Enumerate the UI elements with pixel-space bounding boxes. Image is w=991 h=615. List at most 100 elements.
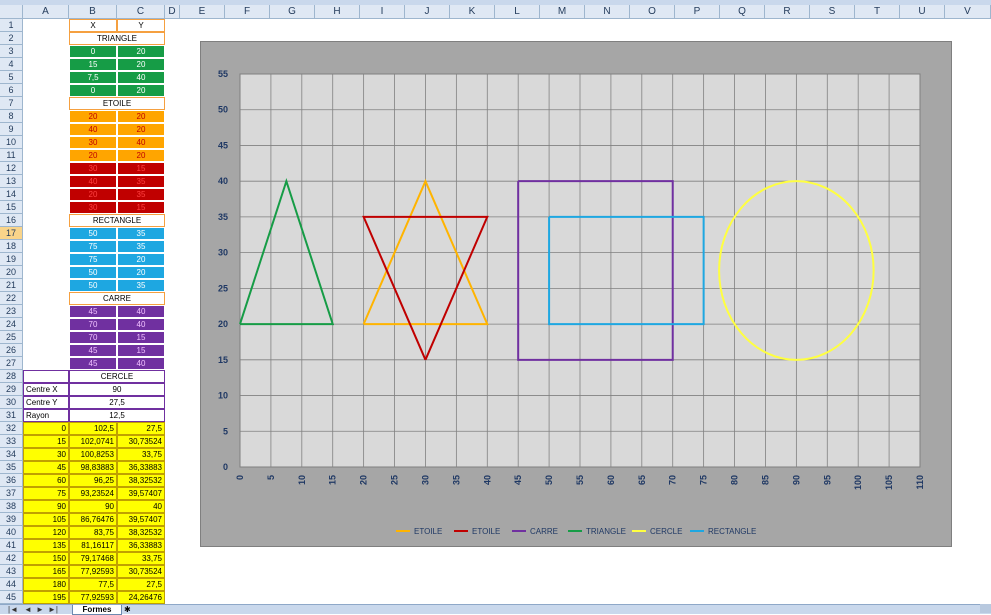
row-header-18[interactable]: 18 (0, 240, 23, 253)
cell-c40[interactable]: 38,32532 (117, 526, 165, 539)
row-header-26[interactable]: 26 (0, 344, 23, 357)
row-header-14[interactable]: 14 (0, 188, 23, 201)
cell-b34[interactable]: 100,8253 (69, 448, 117, 461)
row-header-1[interactable]: 1 (0, 19, 23, 32)
cell-b15[interactable]: 30 (69, 201, 117, 214)
cell-c23[interactable]: 40 (117, 305, 165, 318)
cell-c15[interactable]: 15 (117, 201, 165, 214)
row-header-10[interactable]: 10 (0, 136, 23, 149)
row-header-32[interactable]: 32 (0, 422, 23, 435)
cell-a33[interactable]: 15 (23, 435, 69, 448)
cell-c42[interactable]: 33,75 (117, 552, 165, 565)
row-header-40[interactable]: 40 (0, 526, 23, 539)
row-header-39[interactable]: 39 (0, 513, 23, 526)
cell-a40[interactable]: 120 (23, 526, 69, 539)
row-header-23[interactable]: 23 (0, 305, 23, 318)
row-header-11[interactable]: 11 (0, 149, 23, 162)
cell-b16[interactable]: RECTANGLE (69, 214, 165, 227)
row-header-30[interactable]: 30 (0, 396, 23, 409)
column-header-t[interactable]: T (855, 5, 900, 19)
column-header-m[interactable]: M (540, 5, 585, 19)
cell-c45[interactable]: 24,26476 (117, 591, 165, 604)
cell-c43[interactable]: 30,73524 (117, 565, 165, 578)
column-header-c[interactable]: C (117, 5, 165, 19)
row-header-43[interactable]: 43 (0, 565, 23, 578)
cell-c19[interactable]: 20 (117, 253, 165, 266)
row-header-5[interactable]: 5 (0, 71, 23, 84)
cell-c20[interactable]: 20 (117, 266, 165, 279)
row-header-44[interactable]: 44 (0, 578, 23, 591)
cell-c18[interactable]: 35 (117, 240, 165, 253)
cell-b1[interactable]: X (69, 19, 117, 32)
select-all-corner[interactable] (0, 5, 23, 19)
row-header-36[interactable]: 36 (0, 474, 23, 487)
cell-c32[interactable]: 27,5 (117, 422, 165, 435)
cell-c34[interactable]: 33,75 (117, 448, 165, 461)
cell-c24[interactable]: 40 (117, 318, 165, 331)
cell-c36[interactable]: 38,32532 (117, 474, 165, 487)
row-header-22[interactable]: 22 (0, 292, 23, 305)
column-header-u[interactable]: U (900, 5, 945, 19)
column-header-p[interactable]: P (675, 5, 720, 19)
column-header-l[interactable]: L (495, 5, 540, 19)
cell-c35[interactable]: 36,33883 (117, 461, 165, 474)
cell-c13[interactable]: 35 (117, 175, 165, 188)
cell-b42[interactable]: 79,17468 (69, 552, 117, 565)
row-header-35[interactable]: 35 (0, 461, 23, 474)
cell-b30[interactable]: 27,5 (69, 396, 165, 409)
cell-a34[interactable]: 30 (23, 448, 69, 461)
cell-b28[interactable]: CERCLE (69, 370, 165, 383)
cell-b35[interactable]: 98,83883 (69, 461, 117, 474)
row-header-34[interactable]: 34 (0, 448, 23, 461)
column-header-k[interactable]: K (450, 5, 495, 19)
cell-b14[interactable]: 20 (69, 188, 117, 201)
cell-a42[interactable]: 150 (23, 552, 69, 565)
cell-b20[interactable]: 50 (69, 266, 117, 279)
cell-c8[interactable]: 20 (117, 110, 165, 123)
row-header-4[interactable]: 4 (0, 58, 23, 71)
cell-b38[interactable]: 90 (69, 500, 117, 513)
row-header-17[interactable]: 17 (0, 227, 23, 240)
column-header-b[interactable]: B (69, 5, 117, 19)
cell-c33[interactable]: 30,73524 (117, 435, 165, 448)
cell-c9[interactable]: 20 (117, 123, 165, 136)
column-header-g[interactable]: G (270, 5, 315, 19)
cell-c3[interactable]: 20 (117, 45, 165, 58)
cell-a36[interactable]: 60 (23, 474, 69, 487)
column-header-d[interactable]: D (165, 5, 180, 19)
cell-b33[interactable]: 102,0741 (69, 435, 117, 448)
row-header-3[interactable]: 3 (0, 45, 23, 58)
cell-a41[interactable]: 135 (23, 539, 69, 552)
cell-a45[interactable]: 195 (23, 591, 69, 604)
cell-b26[interactable]: 45 (69, 344, 117, 357)
cell-a43[interactable]: 165 (23, 565, 69, 578)
row-header-12[interactable]: 12 (0, 162, 23, 175)
row-header-13[interactable]: 13 (0, 175, 23, 188)
row-header-29[interactable]: 29 (0, 383, 23, 396)
cell-c21[interactable]: 35 (117, 279, 165, 292)
column-header-j[interactable]: J (405, 5, 450, 19)
cell-b25[interactable]: 70 (69, 331, 117, 344)
row-header-33[interactable]: 33 (0, 435, 23, 448)
row-header-15[interactable]: 15 (0, 201, 23, 214)
row-header-24[interactable]: 24 (0, 318, 23, 331)
cell-b4[interactable]: 15 (69, 58, 117, 71)
cell-c1[interactable]: Y (117, 19, 165, 32)
cell-b2[interactable]: TRIANGLE (69, 32, 165, 45)
row-header-21[interactable]: 21 (0, 279, 23, 292)
cell-c44[interactable]: 27,5 (117, 578, 165, 591)
row-header-19[interactable]: 19 (0, 253, 23, 266)
cell-b32[interactable]: 102,5 (69, 422, 117, 435)
cell-b41[interactable]: 81,16117 (69, 539, 117, 552)
cell-b22[interactable]: CARRE (69, 292, 165, 305)
column-header-a[interactable]: A (23, 5, 69, 19)
column-header-o[interactable]: O (630, 5, 675, 19)
cell-b5[interactable]: 7,5 (69, 71, 117, 84)
cell-b12[interactable]: 30 (69, 162, 117, 175)
row-header-41[interactable]: 41 (0, 539, 23, 552)
column-header-e[interactable]: E (180, 5, 225, 19)
cell-b45[interactable]: 77,92593 (69, 591, 117, 604)
cell-c27[interactable]: 40 (117, 357, 165, 370)
sheet-tab-formes[interactable]: Formes (72, 605, 122, 615)
cell-b6[interactable]: 0 (69, 84, 117, 97)
